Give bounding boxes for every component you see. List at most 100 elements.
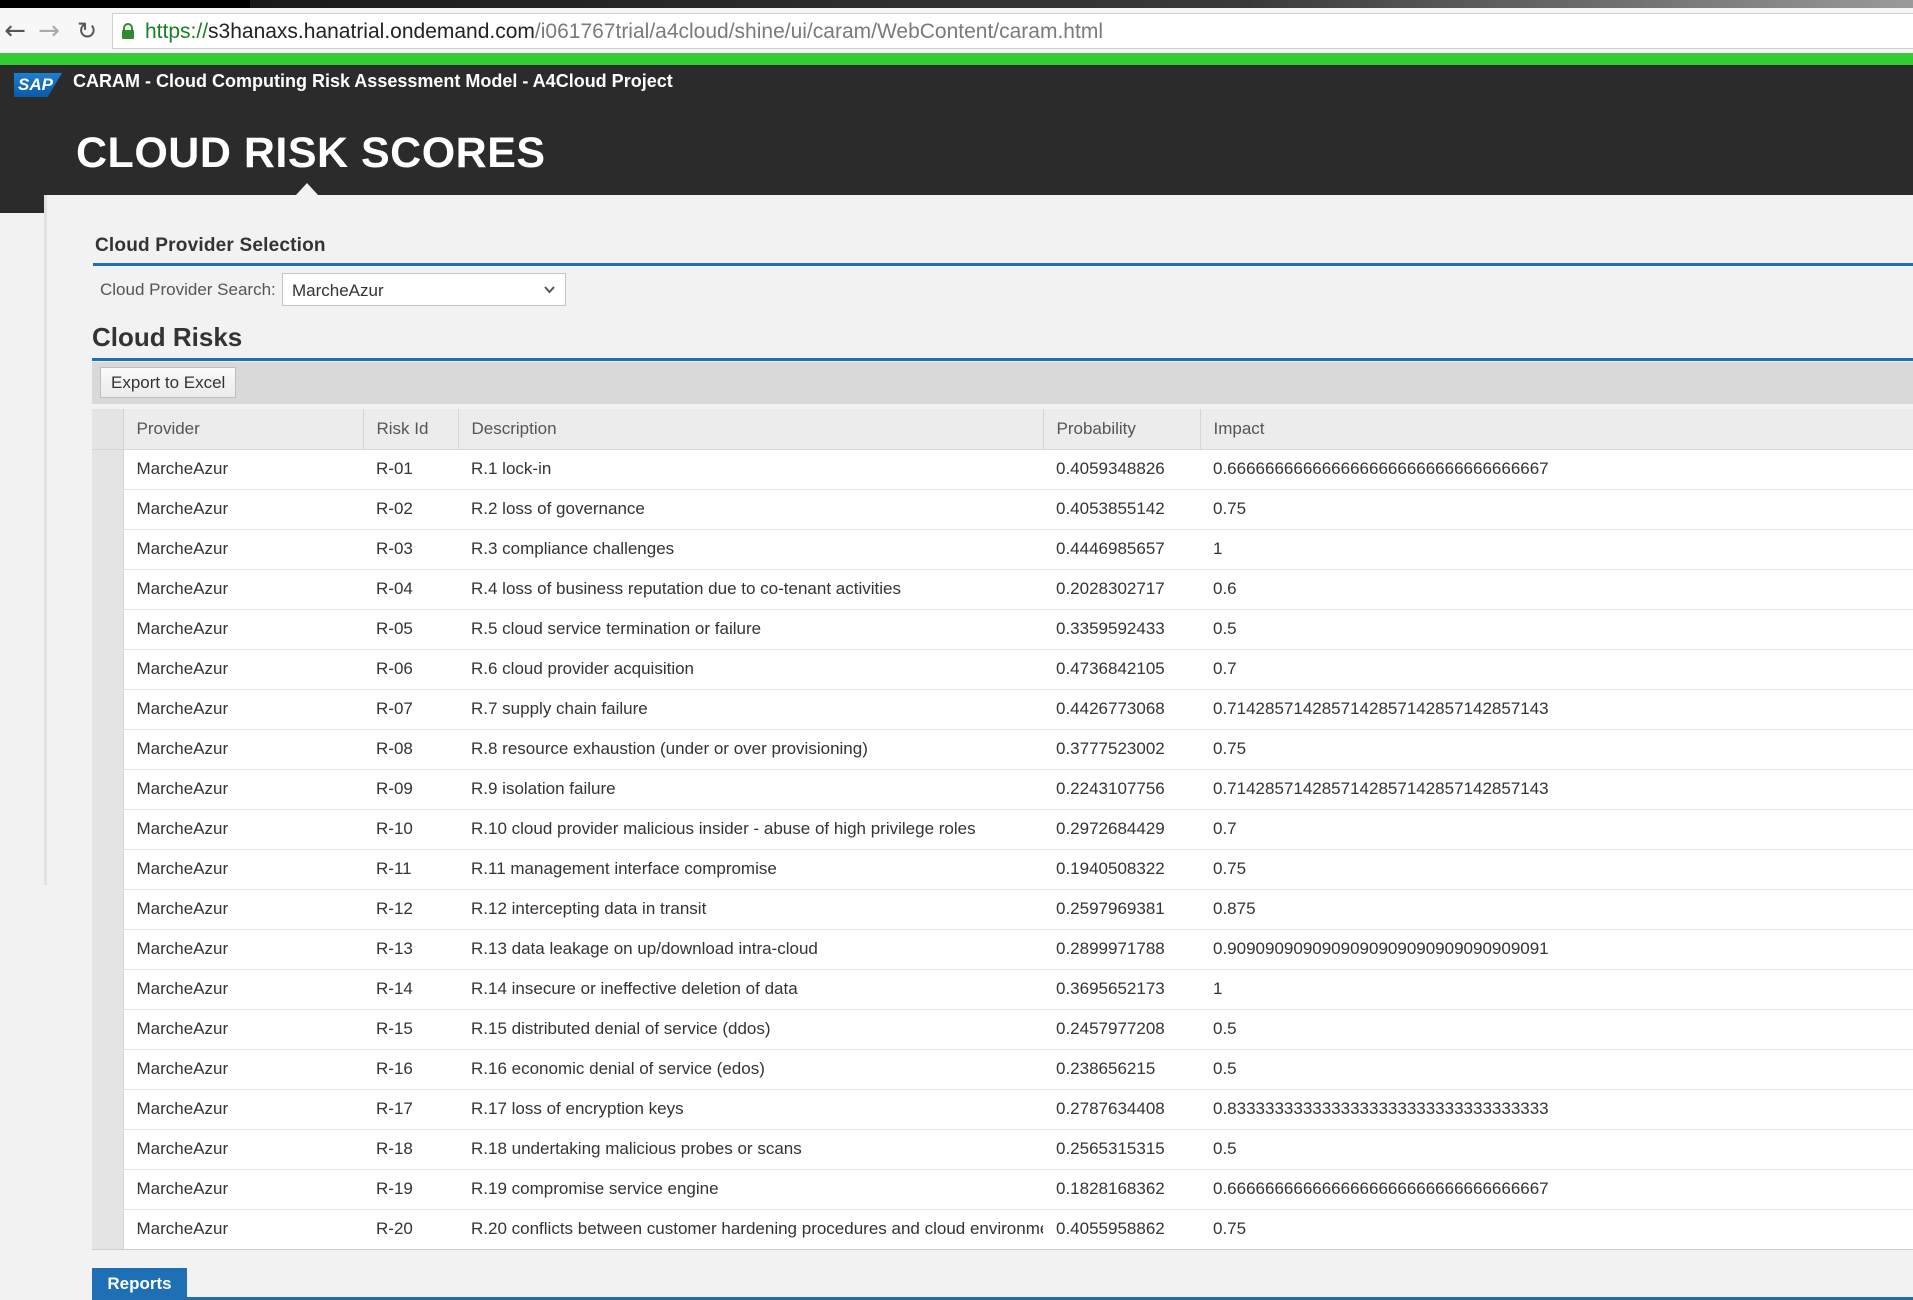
- reload-icon[interactable]: ↻: [72, 16, 102, 46]
- table-row[interactable]: MarcheAzur R-08 R.8 resource exhaustion (u…: [92, 729, 1913, 770]
- cell-provider: MarcheAzur: [123, 1049, 363, 1090]
- row-selector[interactable]: [92, 569, 124, 610]
- provider-search-select[interactable]: MarcheAzur: [282, 273, 566, 306]
- column-header-impact[interactable]: Impact: [1200, 409, 1913, 450]
- table-row[interactable]: MarcheAzur R-15 R.15 distributed denial of…: [92, 1009, 1913, 1050]
- row-selector[interactable]: [92, 649, 124, 690]
- cell-probability: 0.4426773068: [1043, 689, 1200, 730]
- url-field[interactable]: https://s3hanaxs.hanatrial.ondemand.com/…: [112, 13, 1913, 49]
- table-row[interactable]: MarcheAzur R-07 R.7 supply chain failure 0.…: [92, 689, 1913, 730]
- table-row[interactable]: MarcheAzur R-18 R.18 undertaking malicious…: [92, 1129, 1913, 1170]
- column-header-provider[interactable]: Provider: [123, 409, 364, 450]
- cell-impact: 0.5: [1200, 1129, 1913, 1170]
- cell-probability: 0.2597969381: [1043, 889, 1200, 930]
- row-selector[interactable]: [92, 1209, 124, 1250]
- row-selector[interactable]: [92, 729, 124, 770]
- row-selector[interactable]: [92, 849, 124, 890]
- table-row[interactable]: MarcheAzur R-10 R.10 cloud provider malici…: [92, 809, 1913, 850]
- row-selector[interactable]: [92, 1009, 124, 1050]
- chevron-down-icon[interactable]: [543, 283, 556, 296]
- cell-probability: 0.2899971788: [1043, 929, 1200, 970]
- row-selector[interactable]: [92, 1129, 124, 1170]
- row-selector[interactable]: [92, 809, 124, 850]
- cell-description: R.8 resource exhaustion (under or over p…: [458, 729, 1043, 770]
- table-row[interactable]: MarcheAzur R-01 R.1 lock-in 0.4059348826 0.6…: [92, 449, 1913, 490]
- cell-impact: 0.9090909090909090909090909090909091: [1200, 929, 1913, 970]
- cell-provider: MarcheAzur: [123, 1009, 363, 1050]
- provider-search-value: MarcheAzur: [292, 281, 384, 300]
- table-row[interactable]: MarcheAzur R-14 R.14 insecure or ineffecti…: [92, 969, 1913, 1010]
- export-to-excel-button[interactable]: Export to Excel: [100, 367, 237, 398]
- table-row[interactable]: MarcheAzur R-12 R.12 intercepting data in …: [92, 889, 1913, 930]
- table-row[interactable]: MarcheAzur R-19 R.19 compromise service en…: [92, 1169, 1913, 1210]
- cell-probability: 0.4053855142: [1043, 489, 1200, 530]
- cell-provider: MarcheAzur: [123, 729, 363, 770]
- cell-probability: 0.1940508322: [1043, 849, 1200, 890]
- cell-impact: 0.7: [1200, 809, 1913, 850]
- row-selector[interactable]: [92, 1169, 124, 1210]
- page-title: CLOUD RISK SCORES: [76, 129, 546, 177]
- table-row[interactable]: MarcheAzur R-05 R.5 cloud service terminat…: [92, 609, 1913, 650]
- row-selector[interactable]: [92, 969, 124, 1010]
- table-row[interactable]: MarcheAzur R-04 R.4 loss of business reput…: [92, 569, 1913, 610]
- row-selector[interactable]: [92, 529, 124, 570]
- forward-arrow-icon[interactable]: →: [34, 16, 64, 46]
- cell-probability: 0.3777523002: [1043, 729, 1200, 770]
- table-row[interactable]: MarcheAzur R-13 R.13 data leakage on up/do…: [92, 929, 1913, 970]
- back-arrow-icon[interactable]: ←: [0, 16, 30, 46]
- cloud-risks-title: Cloud Risks: [92, 322, 243, 352]
- risk-table: Provider Risk Id Description Probability…: [92, 409, 1913, 1250]
- row-selector[interactable]: [92, 449, 124, 490]
- reports-tab[interactable]: Reports: [92, 1268, 187, 1300]
- row-selector[interactable]: [92, 769, 124, 810]
- cell-description: R.6 cloud provider acquisition: [458, 649, 1043, 690]
- cell-probability: 0.2243107756: [1043, 769, 1200, 810]
- cell-impact: 0.75: [1200, 729, 1913, 770]
- row-selector[interactable]: [92, 489, 124, 530]
- row-selector[interactable]: [92, 929, 124, 970]
- table-row[interactable]: MarcheAzur R-17 R.17 loss of encryption ke…: [92, 1089, 1913, 1130]
- row-selector[interactable]: [92, 609, 124, 650]
- table-header-row: Provider Risk Id Description Probability…: [92, 409, 1913, 450]
- table-row[interactable]: MarcheAzur R-20 R.20 conflicts between cus…: [92, 1209, 1913, 1250]
- row-selector[interactable]: [92, 889, 124, 930]
- left-gutter: [0, 195, 44, 213]
- cell-probability: 0.4446985657: [1043, 529, 1200, 570]
- cell-impact: 0.7142857142857142857142857142857143: [1200, 769, 1913, 810]
- cell-description: R.2 loss of governance: [458, 489, 1043, 530]
- cell-probability: 0.4055958862: [1043, 1209, 1200, 1250]
- table-row[interactable]: MarcheAzur R-06 R.6 cloud provider acquisi…: [92, 649, 1913, 690]
- cell-provider: MarcheAzur: [123, 1089, 363, 1130]
- cell-risk-id: R-11: [363, 849, 458, 890]
- column-header-probability[interactable]: Probability: [1043, 409, 1201, 450]
- cell-description: R.20 conflicts between customer hardenin…: [458, 1209, 1043, 1250]
- cell-impact: 0.5: [1200, 609, 1913, 650]
- lock-icon: [122, 23, 134, 39]
- cell-provider: MarcheAzur: [123, 649, 363, 690]
- row-selector[interactable]: [92, 689, 124, 730]
- row-selector-header[interactable]: [92, 409, 124, 450]
- cell-provider: MarcheAzur: [123, 489, 363, 530]
- cell-provider: MarcheAzur: [123, 689, 363, 730]
- cell-description: R.16 economic denial of service (edos): [458, 1049, 1043, 1090]
- table-row[interactable]: MarcheAzur R-02 R.2 loss of governance 0.40…: [92, 489, 1913, 530]
- cell-risk-id: R-18: [363, 1129, 458, 1170]
- cell-description: R.1 lock-in: [458, 449, 1043, 490]
- table-row[interactable]: MarcheAzur R-16 R.16 economic denial of se…: [92, 1049, 1913, 1090]
- browser-accent-line: [0, 53, 1913, 65]
- table-row[interactable]: MarcheAzur R-03 R.3 compliance challenges 0…: [92, 529, 1913, 570]
- row-selector[interactable]: [92, 1089, 124, 1130]
- cell-provider: MarcheAzur: [123, 609, 363, 650]
- cell-provider: MarcheAzur: [123, 1169, 363, 1210]
- cell-probability: 0.4736842105: [1043, 649, 1200, 690]
- cell-risk-id: R-06: [363, 649, 458, 690]
- column-header-risk-id[interactable]: Risk Id: [363, 409, 459, 450]
- cell-impact: 0.5: [1200, 1009, 1913, 1050]
- cell-risk-id: R-19: [363, 1169, 458, 1210]
- table-row[interactable]: MarcheAzur R-09 R.9 isolation failure 0.224…: [92, 769, 1913, 810]
- column-header-description[interactable]: Description: [458, 409, 1044, 450]
- table-row[interactable]: MarcheAzur R-11 R.11 management interface …: [92, 849, 1913, 890]
- row-selector[interactable]: [92, 1049, 124, 1090]
- browser-tab[interactable]: [250, 0, 1913, 8]
- cell-description: R.18 undertaking malicious probes or sca…: [458, 1129, 1043, 1170]
